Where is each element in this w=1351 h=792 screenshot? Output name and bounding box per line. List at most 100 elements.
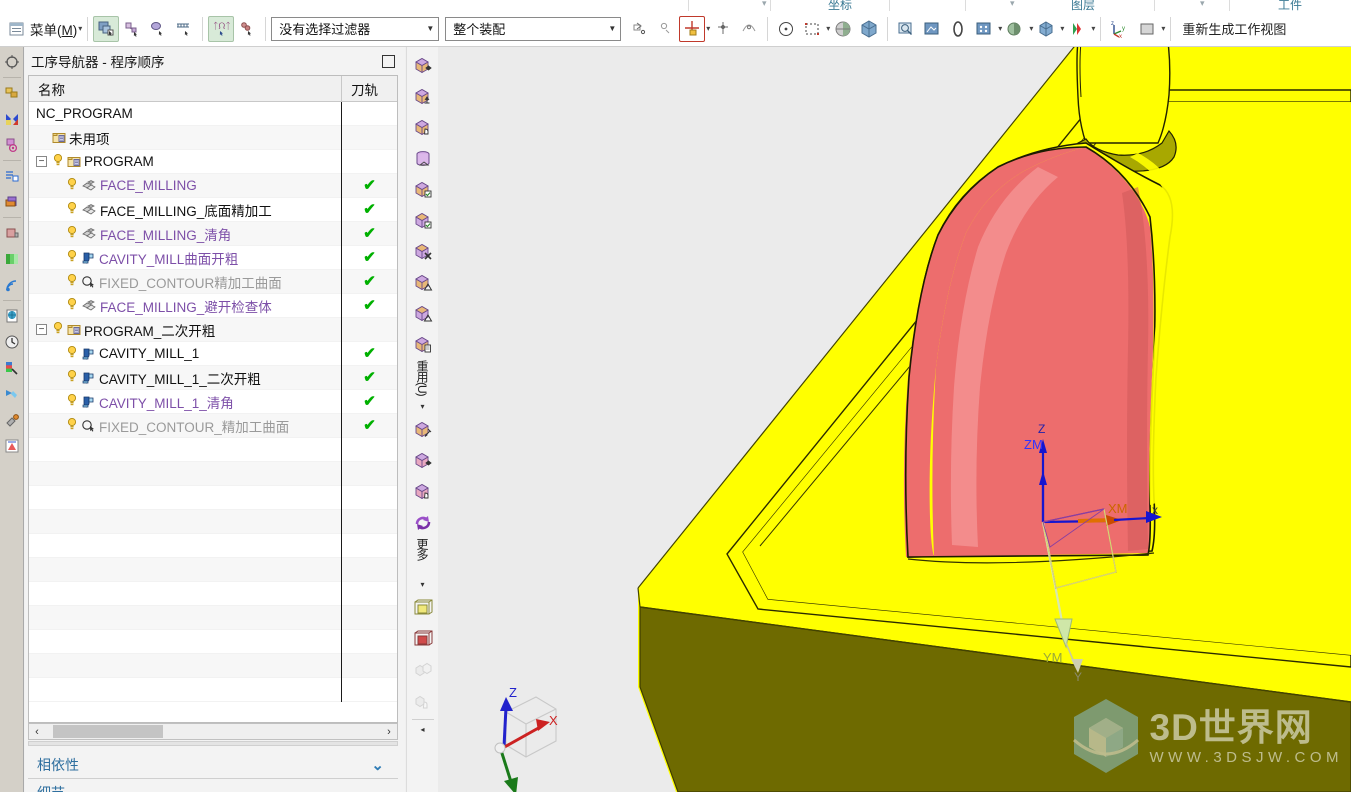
tree-row[interactable]: FIXED_CONTOUR_精加工曲面 ✔ [29,413,397,438]
resource-icon-13[interactable] [1,407,23,433]
sphere-shade-icon[interactable] [830,16,856,42]
pull-body-icon[interactable] [409,476,437,507]
tree-row[interactable]: CAVITY_MILL_1 ✔ [29,341,397,366]
tree-row[interactable]: FACE_MILLING_避开检查体 ✔ [29,293,397,318]
solid-cube-icon[interactable] [856,16,882,42]
constraint-navigator-icon[interactable] [1,80,23,106]
machining-feature-icon[interactable] [1,189,23,215]
tree-row-name-cell[interactable]: FACE_MILLING_底面精加工 [29,200,341,220]
operation-status-bulb-icon[interactable] [66,201,78,218]
wcs-origin-icon[interactable] [679,15,706,42]
grid-icon[interactable] [971,16,997,42]
reuse-library-icon[interactable] [1,132,23,158]
chevron-down-icon[interactable]: ▾ [420,581,424,592]
wcs-display-icon[interactable]: z y x [1106,16,1134,42]
text-select-icon[interactable]: ᛏᙁᛏ [208,15,235,42]
scroll-right-arrow-icon[interactable]: › [381,726,397,738]
snap-point-small-icon[interactable] [653,16,679,42]
datum-plane-icon[interactable] [409,81,437,112]
tree-row-name-cell[interactable]: FACE_MILLING [29,177,341,194]
tree-row-name-cell[interactable]: CAVITY_MILL_1_二次开粗 [29,368,341,388]
move-object-icon[interactable] [409,50,437,81]
chevron-down-icon[interactable]: ▾ [1091,24,1095,33]
tree-row-name-cell[interactable]: − PROGRAM [29,153,341,170]
tree-expander-toggle[interactable]: − [36,156,47,167]
resource-icon-12[interactable] [1,381,23,407]
menu-button[interactable]: 菜单(M) [30,19,77,39]
operation-status-bulb-icon[interactable] [66,225,78,242]
show-solid-icon[interactable] [409,623,437,654]
show-wireframe-icon[interactable] [409,592,437,623]
tree-row-name-cell[interactable]: CAVITY_MILL曲面开粗 [29,248,341,268]
layer-settings-icon[interactable] [1134,16,1160,42]
tree-row-name-cell[interactable]: FACE_MILLING_清角 [29,224,341,244]
circle-center-icon[interactable] [773,16,799,42]
tree-row[interactable]: CAVITY_MILL曲面开粗 ✔ [29,245,397,270]
reuse-library-button[interactable]: 重用(U) [414,360,431,404]
pin-window-icon[interactable] [382,54,395,68]
tree-row-name-cell[interactable]: CAVITY_MILL_1 [29,345,341,362]
tree-row[interactable]: − PROGRAM [29,149,397,174]
taper-face-icon[interactable] [409,267,437,298]
operation-status-bulb-icon[interactable] [66,369,78,386]
face-select-icon[interactable] [145,16,171,42]
hd3d-tools-icon[interactable] [1,355,23,381]
operation-status-bulb-icon[interactable] [66,345,78,362]
replace-face-icon[interactable] [409,174,437,205]
hide-body-icon[interactable] [409,654,437,685]
operation-status-bulb-icon[interactable] [66,249,78,266]
system-scene-icon[interactable] [1,303,23,329]
chevron-down-icon[interactable]: ▼ [608,24,616,33]
resource-icon-14[interactable] [1,433,23,459]
pull-face-icon[interactable] [409,112,437,143]
graphics-viewport[interactable]: ZM Z XM x YM Y Z X 3D世界网 WWW.3DSJW.COM [438,47,1351,792]
offset-face-icon[interactable] [409,205,437,236]
operation-navigator-icon[interactable] [1,163,23,189]
tree-row-name-cell[interactable]: FACE_MILLING_避开检查体 [29,296,341,316]
operation-status-bulb-icon[interactable] [66,393,78,410]
tree-row[interactable]: FACE_MILLING ✔ [29,173,397,198]
component-select-icon[interactable] [234,16,260,42]
shade-edges-icon[interactable] [1002,16,1028,42]
tree-row-name-cell[interactable]: CAVITY_MILL_1_清角 [29,392,341,412]
draft-body-icon[interactable] [409,298,437,329]
tree-row[interactable]: FACE_MILLING_底面精加工 ✔ [29,197,397,222]
tree-row-name-cell[interactable]: NC_PROGRAM [29,106,341,121]
column-header-name[interactable]: 名称 [29,76,341,101]
wave-geometry-icon[interactable] [409,414,437,445]
chevron-down-icon[interactable]: ▾ [420,403,424,414]
move-face-icon[interactable] [409,445,437,476]
operation-status-bulb-icon[interactable] [52,153,64,170]
chevron-down-icon[interactable]: ⌄ [371,784,384,792]
more-commands-button[interactable]: 更多 [414,538,431,582]
tree-row[interactable]: CAVITY_MILL_1_清角 ✔ [29,389,397,414]
collapse-toolbar-arrow-icon[interactable]: ◂ [420,726,424,737]
operation-status-bulb-icon[interactable] [66,177,78,194]
tree-row[interactable]: CAVITY_MILL_1_二次开粗 ✔ [29,365,397,390]
point-on-curve-icon[interactable] [736,16,762,42]
operation-status-bulb-icon[interactable] [66,273,78,290]
ribbon-group-expand-icon[interactable]: ▾ [1010,0,1015,9]
menu-bar-icon[interactable] [4,16,30,42]
chevron-down-icon[interactable]: ⌄ [371,756,384,774]
edge-select-icon[interactable] [171,16,197,42]
ribbon-group-expand-icon[interactable]: ▾ [762,0,767,9]
tree-expander-toggle[interactable]: − [36,324,47,335]
sync-update-icon[interactable] [409,507,437,538]
assembly-navigator-icon[interactable] [1,49,23,75]
rect-select-icon[interactable] [799,16,825,42]
operation-status-bulb-icon[interactable] [66,417,78,434]
dependencies-section[interactable]: 相依性 ⌄ [28,752,398,779]
zoom-fit-icon[interactable] [893,16,919,42]
details-section[interactable]: 细节 ⌄ [28,780,398,792]
tree-row[interactable]: 未用项 [29,125,397,150]
delete-face-icon[interactable] [409,236,437,267]
snap-point-icon[interactable] [627,16,653,42]
tree-row-name-cell[interactable]: FIXED_CONTOUR_精加工曲面 [29,416,341,436]
selection-filter-combo[interactable]: 没有选择过滤器 ▼ [271,16,440,41]
menu-caret-icon[interactable]: ▾ [78,24,82,33]
column-header-path[interactable]: 刀轨 [341,76,397,101]
hide-component-icon[interactable] [409,685,437,716]
tree-horizontal-scrollbar[interactable]: ‹ › [28,723,398,740]
feature-select-icon[interactable] [119,16,145,42]
